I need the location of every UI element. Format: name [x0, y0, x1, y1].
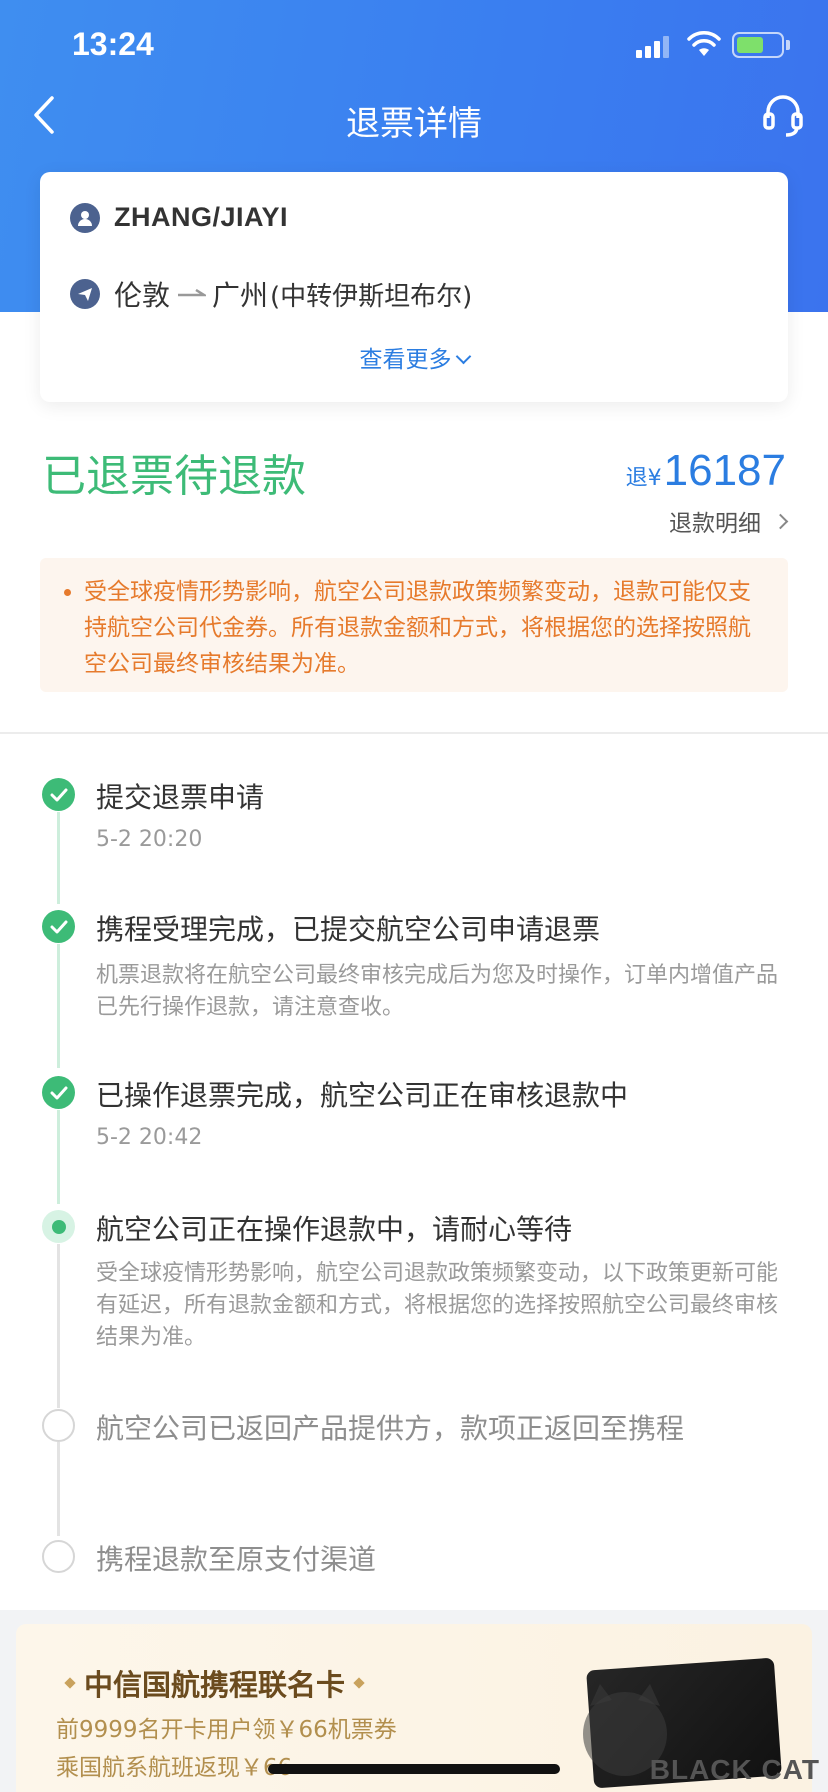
- refund-detail-label: 退款明细: [669, 511, 761, 537]
- check-icon: [42, 778, 75, 811]
- battery-icon: [732, 32, 784, 58]
- route-arrow-icon: [178, 289, 207, 297]
- route-row: 伦敦 广州 (中转伊斯坦布尔): [70, 274, 472, 314]
- notice-text: 受全球疫情形势影响，航空公司退款政策频繁变动，退款可能仅支持航空公司代金券。所有…: [84, 579, 751, 677]
- diamond-icon: [353, 1677, 365, 1689]
- divider: [0, 732, 828, 734]
- diamond-icon: [64, 1677, 76, 1689]
- promo-line-1: 前9999名开卡用户领￥66机票券: [56, 1717, 397, 1743]
- pending-step-circle-icon: [42, 1409, 75, 1442]
- timeline-connector: [57, 1244, 60, 1408]
- currency-symbol: ¥: [647, 466, 662, 491]
- refund-amount-value: 16187: [663, 446, 786, 495]
- chevron-down-icon: [455, 348, 471, 365]
- status-bar: 13:24: [0, 0, 828, 88]
- timeline-connector: [57, 1110, 60, 1204]
- destination-city: 广州: [212, 279, 269, 312]
- timeline-step-desc: 机票退款将在航空公司最终审核完成后为您及时操作，订单内增值产品已先行操作退款，请…: [96, 963, 779, 1020]
- check-icon: [42, 910, 75, 943]
- transit-info: (中转伊斯坦布尔): [270, 281, 473, 312]
- watermark: BLACK CAT: [560, 1676, 828, 1792]
- check-icon: [42, 1076, 75, 1109]
- refund-amount: 退 ¥ 16187: [626, 446, 786, 496]
- promo-title-text: 中信国航携程联名卡: [84, 1668, 346, 1702]
- origin-city: 伦敦: [114, 279, 171, 312]
- plane-icon: [70, 279, 100, 309]
- timeline-step-title: 航空公司正在操作退款中，请耐心等待: [96, 1213, 573, 1246]
- passenger-card: ZHANG/JIAYI 伦敦 广州 (中转伊斯坦布尔) 查看更多: [40, 172, 788, 402]
- timeline-step-desc: 受全球疫情形势影响，航空公司退款政策频繁变动，以下政策更新可能有延迟，所有退款金…: [96, 1261, 779, 1350]
- page-title: 退票详情: [346, 104, 482, 144]
- bullet-dot: [64, 589, 71, 596]
- see-more-label: 查看更多: [359, 347, 452, 373]
- timeline-connector: [57, 1442, 60, 1536]
- timeline-step-time: 5-2 20:20: [96, 827, 203, 852]
- passenger-name: ZHANG/JIAYI: [114, 202, 289, 232]
- refund-detail-link[interactable]: 退款明细: [669, 504, 789, 538]
- wifi-icon: [687, 31, 721, 56]
- passenger-row: ZHANG/JIAYI: [70, 202, 288, 233]
- home-indicator[interactable]: [268, 1764, 560, 1774]
- current-step-dot-icon: [42, 1210, 75, 1243]
- timeline-connector: [57, 944, 60, 1068]
- customer-service-headset-icon[interactable]: [758, 90, 808, 140]
- watermark-text: BLACK CAT: [649, 1754, 820, 1785]
- timeline-step-time: 5-2 20:42: [96, 1125, 203, 1150]
- see-more-link[interactable]: 查看更多: [40, 340, 788, 374]
- navigation-bar: 退票详情: [0, 88, 828, 144]
- timeline-step-title: 携程受理完成，已提交航空公司申请退票: [96, 913, 601, 946]
- refund-amount-prefix: 退: [625, 466, 648, 491]
- status-time: 13:24: [72, 26, 154, 62]
- pending-step-circle-icon: [42, 1540, 75, 1573]
- promo-line-2: 乘国航系航班返现￥66: [56, 1755, 293, 1781]
- timeline-step-title: 已操作退票完成，航空公司正在审核退款中: [96, 1079, 629, 1112]
- timeline-step-title: 携程退款至原支付渠道: [96, 1543, 377, 1576]
- timeline-step-title: 提交退票申请: [96, 781, 265, 814]
- timeline-step-title: 航空公司已返回产品提供方，款项正返回至携程: [96, 1412, 685, 1445]
- chevron-right-icon: [772, 513, 789, 529]
- user-icon: [70, 202, 100, 233]
- refund-status: 已退票待退款: [42, 451, 306, 502]
- promo-title: 中信国航携程联名卡: [56, 1662, 373, 1704]
- notice-box: 受全球疫情形势影响，航空公司退款政策频繁变动，退款可能仅支持航空公司代金券。所有…: [40, 558, 788, 692]
- cellular-signal-icon: [636, 36, 672, 58]
- timeline-connector: [57, 812, 60, 904]
